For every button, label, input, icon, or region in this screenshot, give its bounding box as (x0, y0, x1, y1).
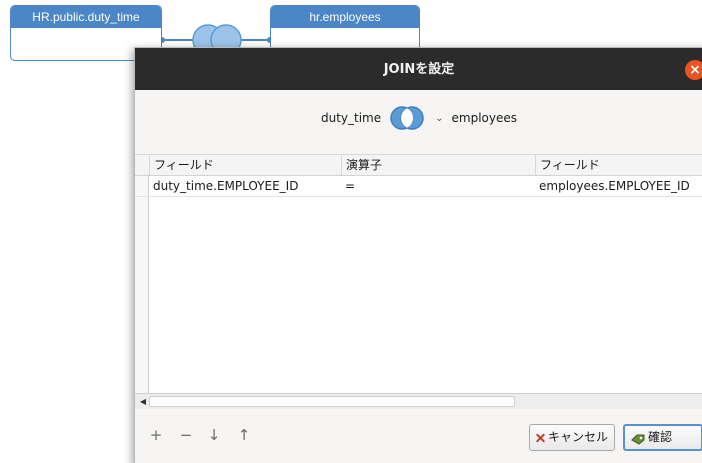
join-settings-dialog: JOINを設定 × duty_time ⌄ employees フィールド 演算… (134, 47, 702, 463)
horizontal-scrollbar[interactable]: ◀ (135, 393, 702, 409)
left-table-label: duty_time (320, 111, 382, 125)
move-up-icon[interactable]: ↑ (235, 426, 253, 444)
dialog-title: JOINを設定 (383, 62, 455, 77)
column-header-operator[interactable]: 演算子 (341, 155, 535, 175)
move-down-icon[interactable]: ↓ (205, 426, 223, 444)
row-header-corner (135, 155, 149, 175)
cancel-x-icon (536, 433, 545, 442)
confirm-button-label: 確認 (648, 430, 673, 444)
table-node-title: hr.employees (271, 6, 419, 28)
left-field-cell[interactable]: duty_time.EMPLOYEE_ID (149, 176, 341, 196)
confirm-button[interactable]: 確認 (623, 424, 702, 451)
row-gutter (135, 197, 149, 393)
confirm-icon (631, 434, 645, 445)
remove-icon[interactable]: − (177, 426, 195, 444)
column-header-left-field[interactable]: フィールド (149, 155, 341, 175)
close-icon[interactable]: × (685, 60, 702, 80)
full-outer-join-icon[interactable] (387, 105, 427, 131)
dialog-titlebar[interactable]: JOINを設定 × (135, 48, 702, 90)
right-table-label: employees (451, 111, 517, 125)
cancel-button-label: キャンセル (547, 430, 608, 444)
chevron-down-icon[interactable]: ⌄ (435, 113, 443, 124)
design-canvas: HR.public.duty_time hr.employees JOINを設定… (0, 0, 702, 463)
row-selector[interactable] (135, 176, 149, 196)
join-conditions-table: フィールド 演算子 フィールド duty_time.EMPLOYEE_ID = … (135, 154, 702, 409)
scroll-left-icon[interactable]: ◀ (137, 394, 149, 409)
cancel-button[interactable]: キャンセル (529, 424, 615, 451)
join-type-row: duty_time ⌄ employees (135, 100, 702, 136)
add-icon[interactable]: + (147, 426, 165, 444)
column-header-right-field[interactable]: フィールド (535, 155, 702, 175)
table-row[interactable]: duty_time.EMPLOYEE_ID = employees.EMPLOY… (135, 176, 702, 197)
table-node-title: HR.public.duty_time (11, 6, 161, 28)
scrollbar-thumb[interactable] (149, 396, 515, 407)
operator-cell[interactable]: = (341, 176, 535, 196)
table-header: フィールド 演算子 フィールド (135, 155, 702, 176)
right-field-cell[interactable]: employees.EMPLOYEE_ID (535, 176, 702, 196)
dialog-footer: + − ↓ ↑ キャンセル 確認 (135, 420, 702, 454)
